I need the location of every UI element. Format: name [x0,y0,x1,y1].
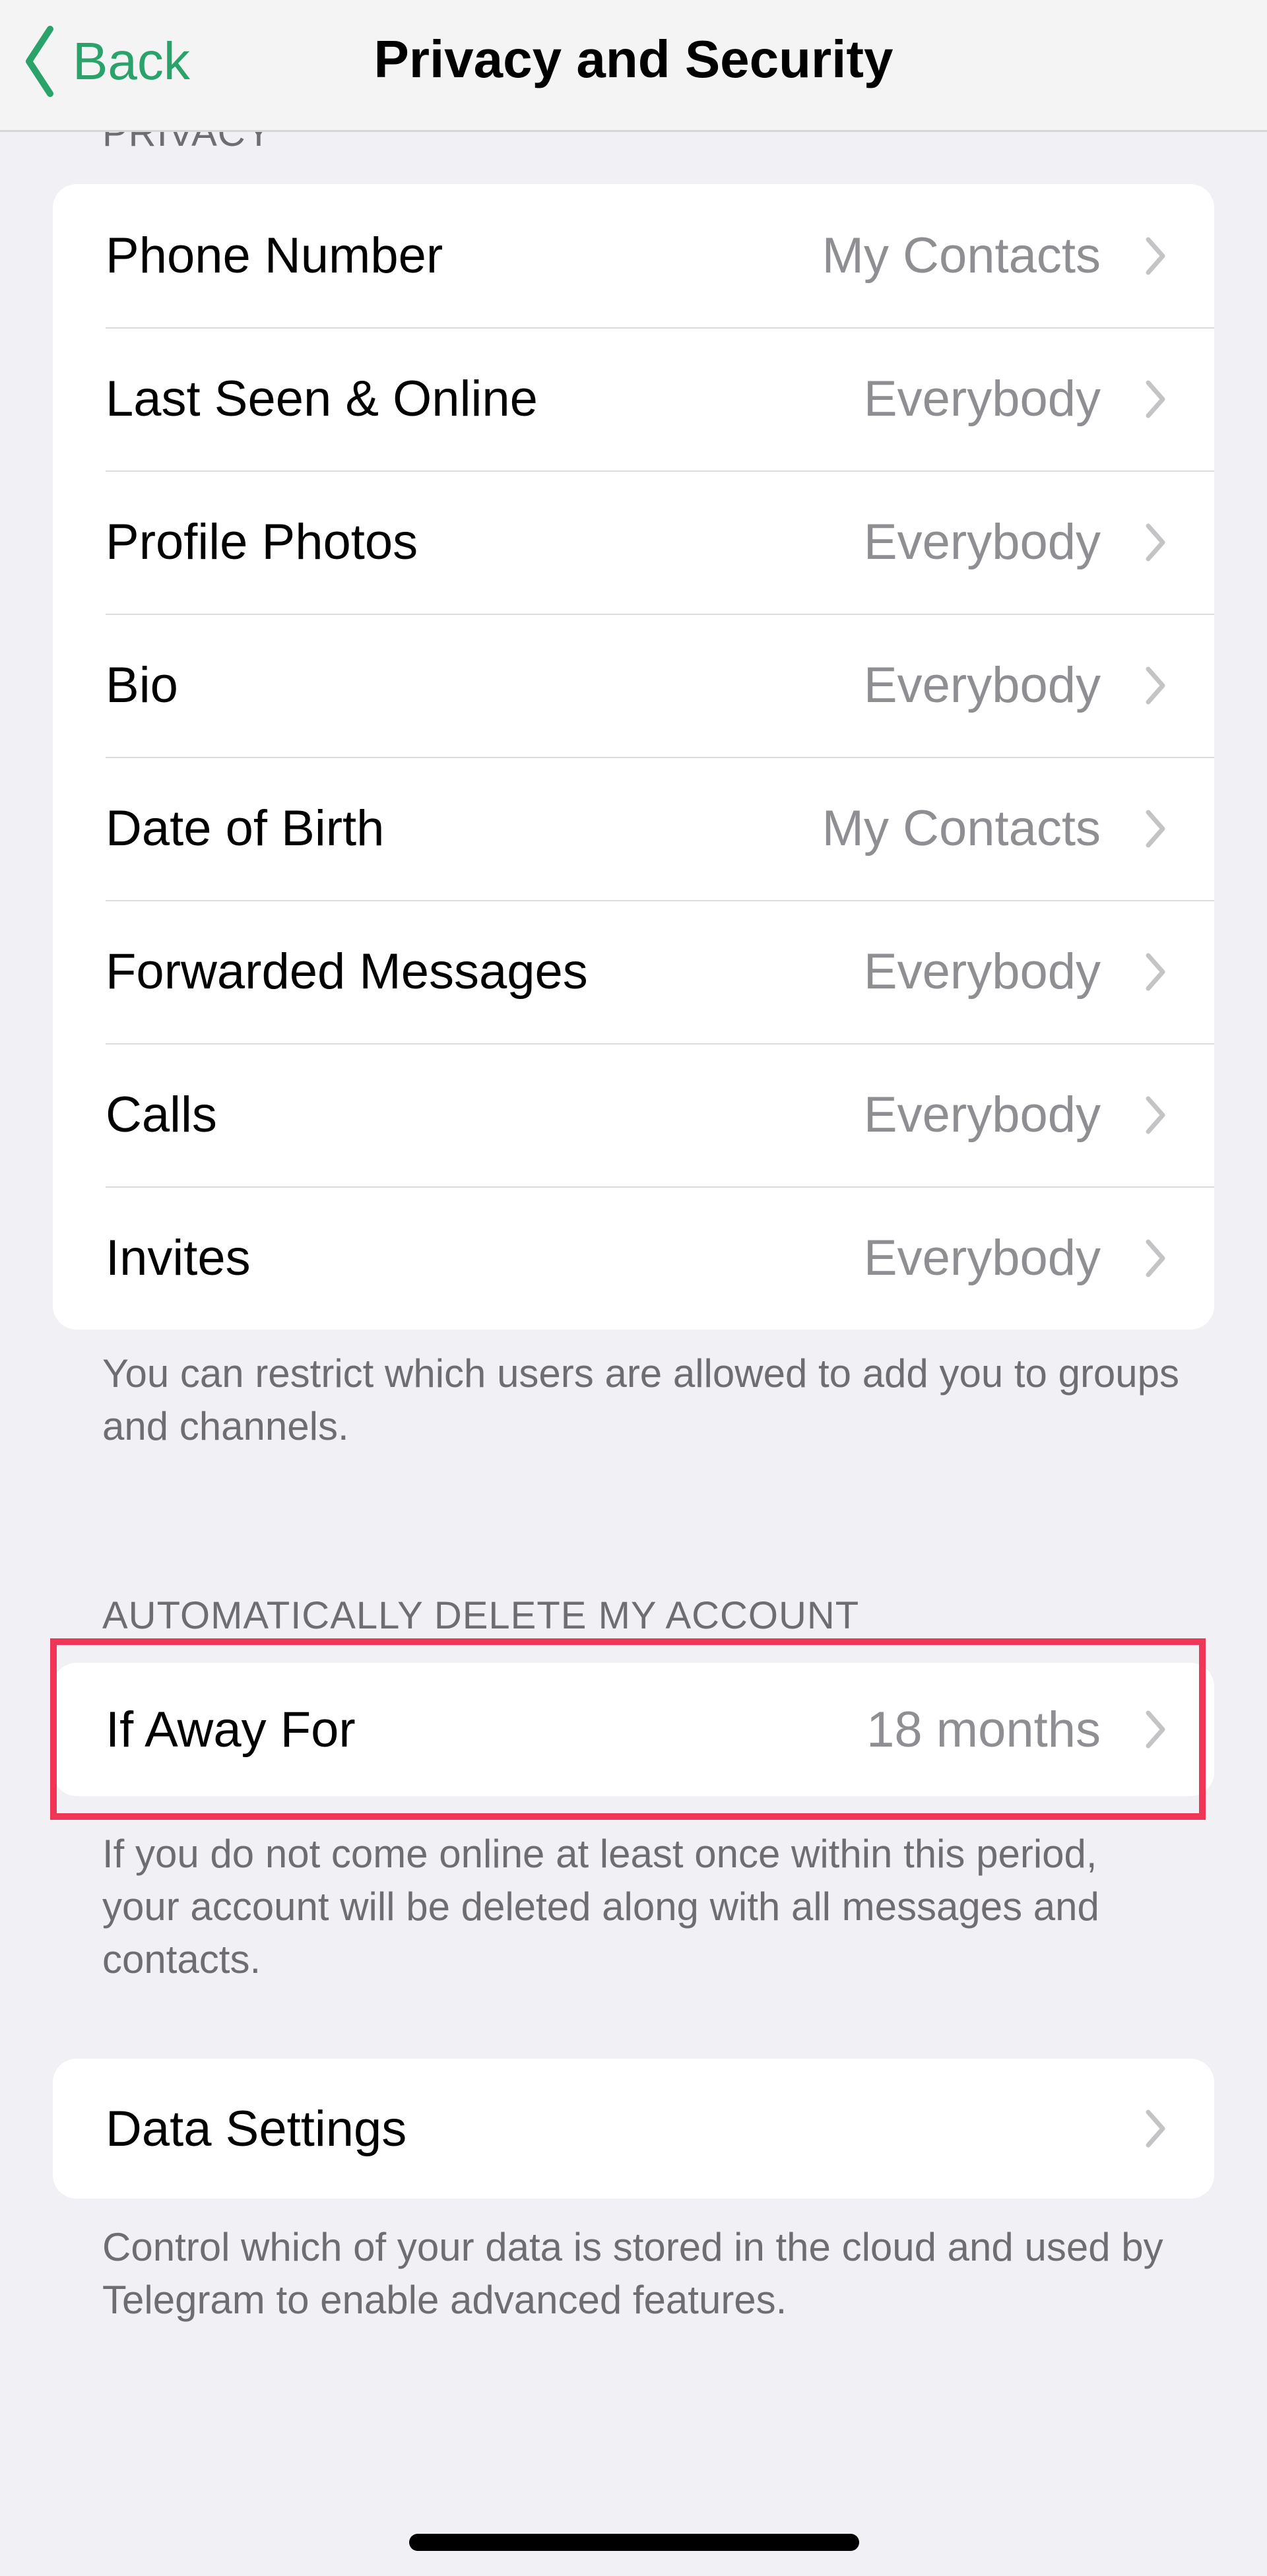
data-settings-row[interactable]: Data Settings [53,2059,1214,2199]
row-value: Everybody [863,1087,1101,1143]
privacy-card: Phone Number My Contacts Last Seen & Onl… [53,184,1214,1330]
chevron-right-icon [1146,666,1165,705]
chevron-right-icon [1146,810,1165,848]
highlight-box [50,1638,1206,1820]
row-value: My Contacts [822,228,1101,284]
row-label: Bio [106,657,178,713]
row-label: Last Seen & Online [106,371,538,427]
privacy-row-phone-number[interactable]: Phone Number My Contacts [53,184,1214,327]
privacy-row-bio[interactable]: Bio Everybody [53,614,1214,757]
nav-bar: Back Privacy and Security [0,0,1267,132]
row-value: Everybody [863,657,1101,713]
page-title: Privacy and Security [374,30,893,88]
privacy-row-forwarded-messages[interactable]: Forwarded Messages Everybody [53,900,1214,1043]
chevron-right-icon [1146,1239,1165,1277]
row-label: Profile Photos [106,514,418,570]
chevron-right-icon [1146,237,1165,275]
row-value: Everybody [863,1230,1101,1286]
chevron-right-icon [1146,953,1165,991]
row-label: Invites [106,1230,251,1286]
privacy-row-profile-photos[interactable]: Profile Photos Everybody [53,470,1214,614]
data-settings-footer: Control which of your data is stored in … [102,2225,1163,2322]
row-label: Date of Birth [106,800,385,856]
auto-delete-section-heading: AUTOMATICALLY DELETE MY ACCOUNT [102,1594,860,1637]
data-settings-card: Data Settings [53,2059,1214,2199]
row-label: Calls [106,1087,217,1143]
privacy-footer: You can restrict which users are allowed… [102,1351,1180,1448]
row-label: Forwarded Messages [106,944,588,1000]
privacy-row-date-of-birth[interactable]: Date of Birth My Contacts [53,757,1214,900]
privacy-row-last-seen-online[interactable]: Last Seen & Online Everybody [53,327,1214,470]
row-label: Phone Number [106,228,443,284]
privacy-row-invites[interactable]: Invites Everybody [53,1186,1214,1330]
chevron-right-icon [1146,2109,1165,2148]
home-indicator[interactable] [409,2534,859,2551]
auto-delete-footer: If you do not come online at least once … [102,1832,1099,1981]
chevron-right-icon [1146,1096,1165,1134]
privacy-row-calls[interactable]: Calls Everybody [53,1043,1214,1186]
chevron-right-icon [1146,380,1165,418]
row-value: Everybody [863,371,1101,427]
row-value: Everybody [863,514,1101,570]
row-value: My Contacts [822,800,1101,856]
chevron-right-icon [1146,523,1165,562]
row-label: Data Settings [106,2100,407,2157]
row-value: Everybody [863,944,1101,1000]
